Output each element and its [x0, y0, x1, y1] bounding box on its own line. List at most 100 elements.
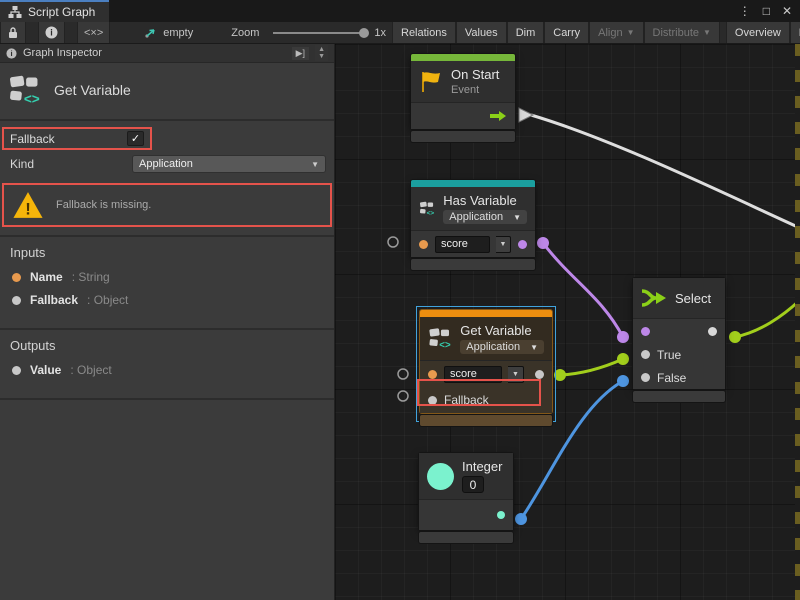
script-graph-window: Script Graph ⋮ □ ✕ i <×>	[0, 0, 800, 600]
fullscreen-button[interactable]: Full Screen	[790, 22, 800, 43]
condition-port-row	[633, 319, 725, 343]
false-input-port[interactable]	[641, 373, 650, 382]
variable-picker-button[interactable]: ▼	[496, 236, 511, 253]
wire-end-green[interactable]	[617, 353, 629, 365]
info-toggle-button[interactable]: i	[38, 22, 65, 43]
wire-end-purple[interactable]	[537, 237, 549, 249]
integer-literal-icon	[427, 463, 454, 490]
unit-header: <> Get Variable	[0, 63, 334, 119]
string-input-port[interactable]	[428, 370, 437, 379]
selection-output-port[interactable]	[708, 327, 717, 336]
node-integer[interactable]: Integer 0	[419, 453, 513, 530]
kind-label: Kind	[10, 157, 132, 171]
true-input-port[interactable]	[641, 350, 650, 359]
flow-arrow-icon[interactable]	[489, 110, 507, 122]
outputs-section: Outputs Value : Object	[0, 330, 334, 398]
inspector-title: Graph Inspector	[23, 47, 102, 59]
integer-value-field[interactable]: 0	[462, 476, 484, 493]
chevron-down-icon: ▼	[513, 213, 521, 222]
inspector-header: i Graph Inspector ▶] ▲ ▼	[0, 44, 334, 63]
flag-icon	[419, 70, 443, 94]
tab-script-graph[interactable]: Script Graph	[0, 0, 109, 22]
node-footer	[419, 532, 513, 543]
port-type: : Object	[70, 363, 111, 377]
unconnected-port-ring[interactable]	[388, 237, 398, 247]
variable-name-field[interactable]: score	[435, 236, 490, 253]
wire-end-purple[interactable]	[617, 331, 629, 343]
node-title: Integer	[462, 459, 502, 474]
node-color-bar	[411, 180, 535, 187]
zoom-slider-thumb[interactable]	[359, 28, 369, 38]
name-port-row: score ▼	[411, 231, 535, 257]
graph-canvas[interactable]: On Start Event	[335, 44, 800, 600]
unconnected-port-ring[interactable]	[398, 391, 408, 401]
object-port-dot	[12, 296, 21, 305]
wire-end-blue[interactable]	[515, 513, 527, 525]
spin-up-icon[interactable]: ▲	[318, 46, 325, 53]
relations-button[interactable]: Relations	[392, 22, 456, 43]
wire-select-output	[735, 300, 800, 337]
svg-text:i: i	[50, 28, 53, 38]
condition-input-port[interactable]	[641, 327, 650, 336]
select-merge-icon	[641, 288, 667, 308]
false-port-label: False	[657, 371, 686, 385]
variables-icon: <>	[419, 195, 435, 222]
node-title: Get Variable	[460, 323, 544, 338]
fallback-checkbox[interactable]: ✓	[127, 131, 144, 146]
lock-icon	[7, 26, 19, 39]
variable-picker-button[interactable]: ▼	[508, 366, 524, 383]
inputs-heading: Inputs	[10, 245, 324, 260]
port-name: Fallback	[30, 293, 78, 307]
output-row-value: Value : Object	[12, 363, 324, 377]
node-subtitle: Event	[451, 84, 499, 96]
node-select[interactable]: Select True False	[633, 278, 725, 389]
variable-name-field[interactable]: score	[444, 366, 502, 383]
zoom-slider-track[interactable]	[273, 32, 368, 34]
values-button[interactable]: Values	[456, 22, 507, 43]
variables-icon: <>	[8, 73, 42, 107]
scroll-spinner[interactable]: ▲ ▼	[315, 45, 328, 61]
lock-button[interactable]	[0, 22, 26, 43]
node-has-variable[interactable]: <> Has Variable Application ▼ score ▼	[411, 180, 535, 257]
graph-breadcrumb-icon	[144, 27, 158, 39]
code-preview-button[interactable]: <×>	[77, 22, 110, 43]
string-input-port[interactable]	[419, 240, 428, 249]
chevron-down-icon: ▼	[703, 28, 711, 37]
dock-icon[interactable]: ▶]	[292, 47, 309, 60]
canvas-edge-marker-strip	[795, 44, 800, 600]
overview-button[interactable]: Overview	[726, 22, 790, 43]
zoom-slider[interactable]: 1x	[267, 22, 392, 43]
breadcrumb-empty[interactable]: empty	[136, 22, 201, 43]
kind-dropdown[interactable]: Application ▼	[132, 155, 326, 173]
maximize-icon[interactable]: □	[763, 4, 770, 18]
flow-connector-triangle[interactable]	[519, 108, 533, 122]
distribute-dropdown[interactable]: Distribute▼	[644, 22, 720, 43]
warning-icon: !	[12, 191, 44, 219]
bool-output-port[interactable]	[518, 240, 527, 249]
wire-getvariable-select-true	[560, 359, 623, 375]
fallback-toggle-row: Fallback ✓	[2, 127, 152, 150]
integer-output-port[interactable]	[497, 511, 505, 519]
value-output-port[interactable]	[535, 370, 544, 379]
node-color-bar	[420, 310, 552, 317]
fallback-input-port[interactable]	[428, 396, 437, 405]
carry-button[interactable]: Carry	[544, 22, 589, 43]
true-port-label: True	[657, 348, 681, 362]
wire-end-blue[interactable]	[617, 375, 629, 387]
align-dropdown[interactable]: Align▼	[589, 22, 643, 43]
kebab-menu-icon[interactable]: ⋮	[739, 4, 751, 18]
variable-kind-dropdown[interactable]: Application ▼	[443, 210, 527, 224]
node-footer	[411, 131, 515, 142]
spin-down-icon[interactable]: ▼	[318, 53, 325, 60]
node-footer	[633, 391, 725, 402]
node-on-start[interactable]: On Start Event	[411, 54, 515, 129]
node-get-variable[interactable]: <> Get Variable Application ▼ score ▼	[420, 310, 552, 413]
port-name: Value	[30, 363, 61, 377]
variable-kind-dropdown[interactable]: Application ▼	[460, 340, 544, 354]
kind-row: Kind Application ▼	[10, 155, 326, 173]
close-icon[interactable]: ✕	[782, 4, 792, 18]
string-port-dot	[12, 273, 21, 282]
dim-button[interactable]: Dim	[507, 22, 545, 43]
unconnected-port-ring[interactable]	[398, 369, 408, 379]
wire-end-green[interactable]	[729, 331, 741, 343]
